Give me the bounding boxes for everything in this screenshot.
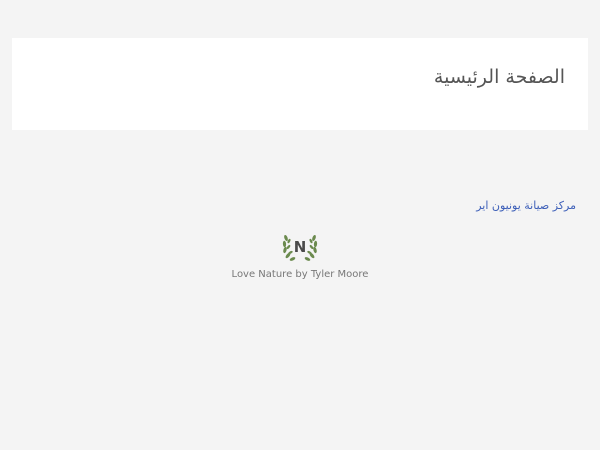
page: الصفحة الرئيسية مركز صيانة يونيون اير N … xyxy=(0,0,600,450)
credit-author-link[interactable]: Tyler Moore xyxy=(311,269,369,280)
page-title: الصفحة الرئيسية xyxy=(433,66,565,88)
maintenance-center-link[interactable]: مركز صيانة يونيون اير xyxy=(476,199,576,212)
credit-prefix: Love Nature by xyxy=(231,269,311,280)
footer: N Love Nature by Tyler Moore xyxy=(0,230,600,280)
footer-credit: Love Nature by Tyler Moore xyxy=(0,269,600,280)
header-card: الصفحة الرئيسية xyxy=(12,38,588,130)
laurel-wreath-icon[interactable]: N xyxy=(280,230,320,264)
logo-letter: N xyxy=(294,238,307,256)
